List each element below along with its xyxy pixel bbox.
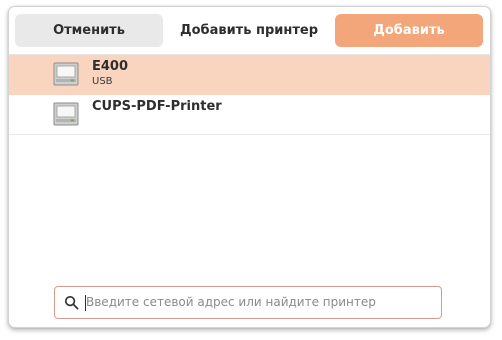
printer-name: E400 [92,59,129,74]
search-input[interactable] [86,287,433,317]
printer-name: CUPS-PDF-Printer [92,99,222,114]
dialog-header: Отменить Добавить принтер Добавить [9,7,490,55]
dialog-title: Добавить принтер [179,23,318,38]
add-button[interactable]: Добавить [335,14,483,47]
printer-search-field[interactable] [54,286,442,319]
search-icon [64,295,79,310]
printer-icon [53,102,79,126]
printer-connection: USB [92,76,113,87]
cancel-button[interactable]: Отменить [15,14,163,47]
printer-icon [53,62,79,86]
printer-list: E400 USB CUPS-PDF-Printer [9,55,490,135]
add-printer-dialog: Отменить Добавить принтер Добавить E400 … [8,6,491,328]
printer-row[interactable]: E400 USB [9,55,490,95]
printer-row[interactable]: CUPS-PDF-Printer [9,95,490,135]
